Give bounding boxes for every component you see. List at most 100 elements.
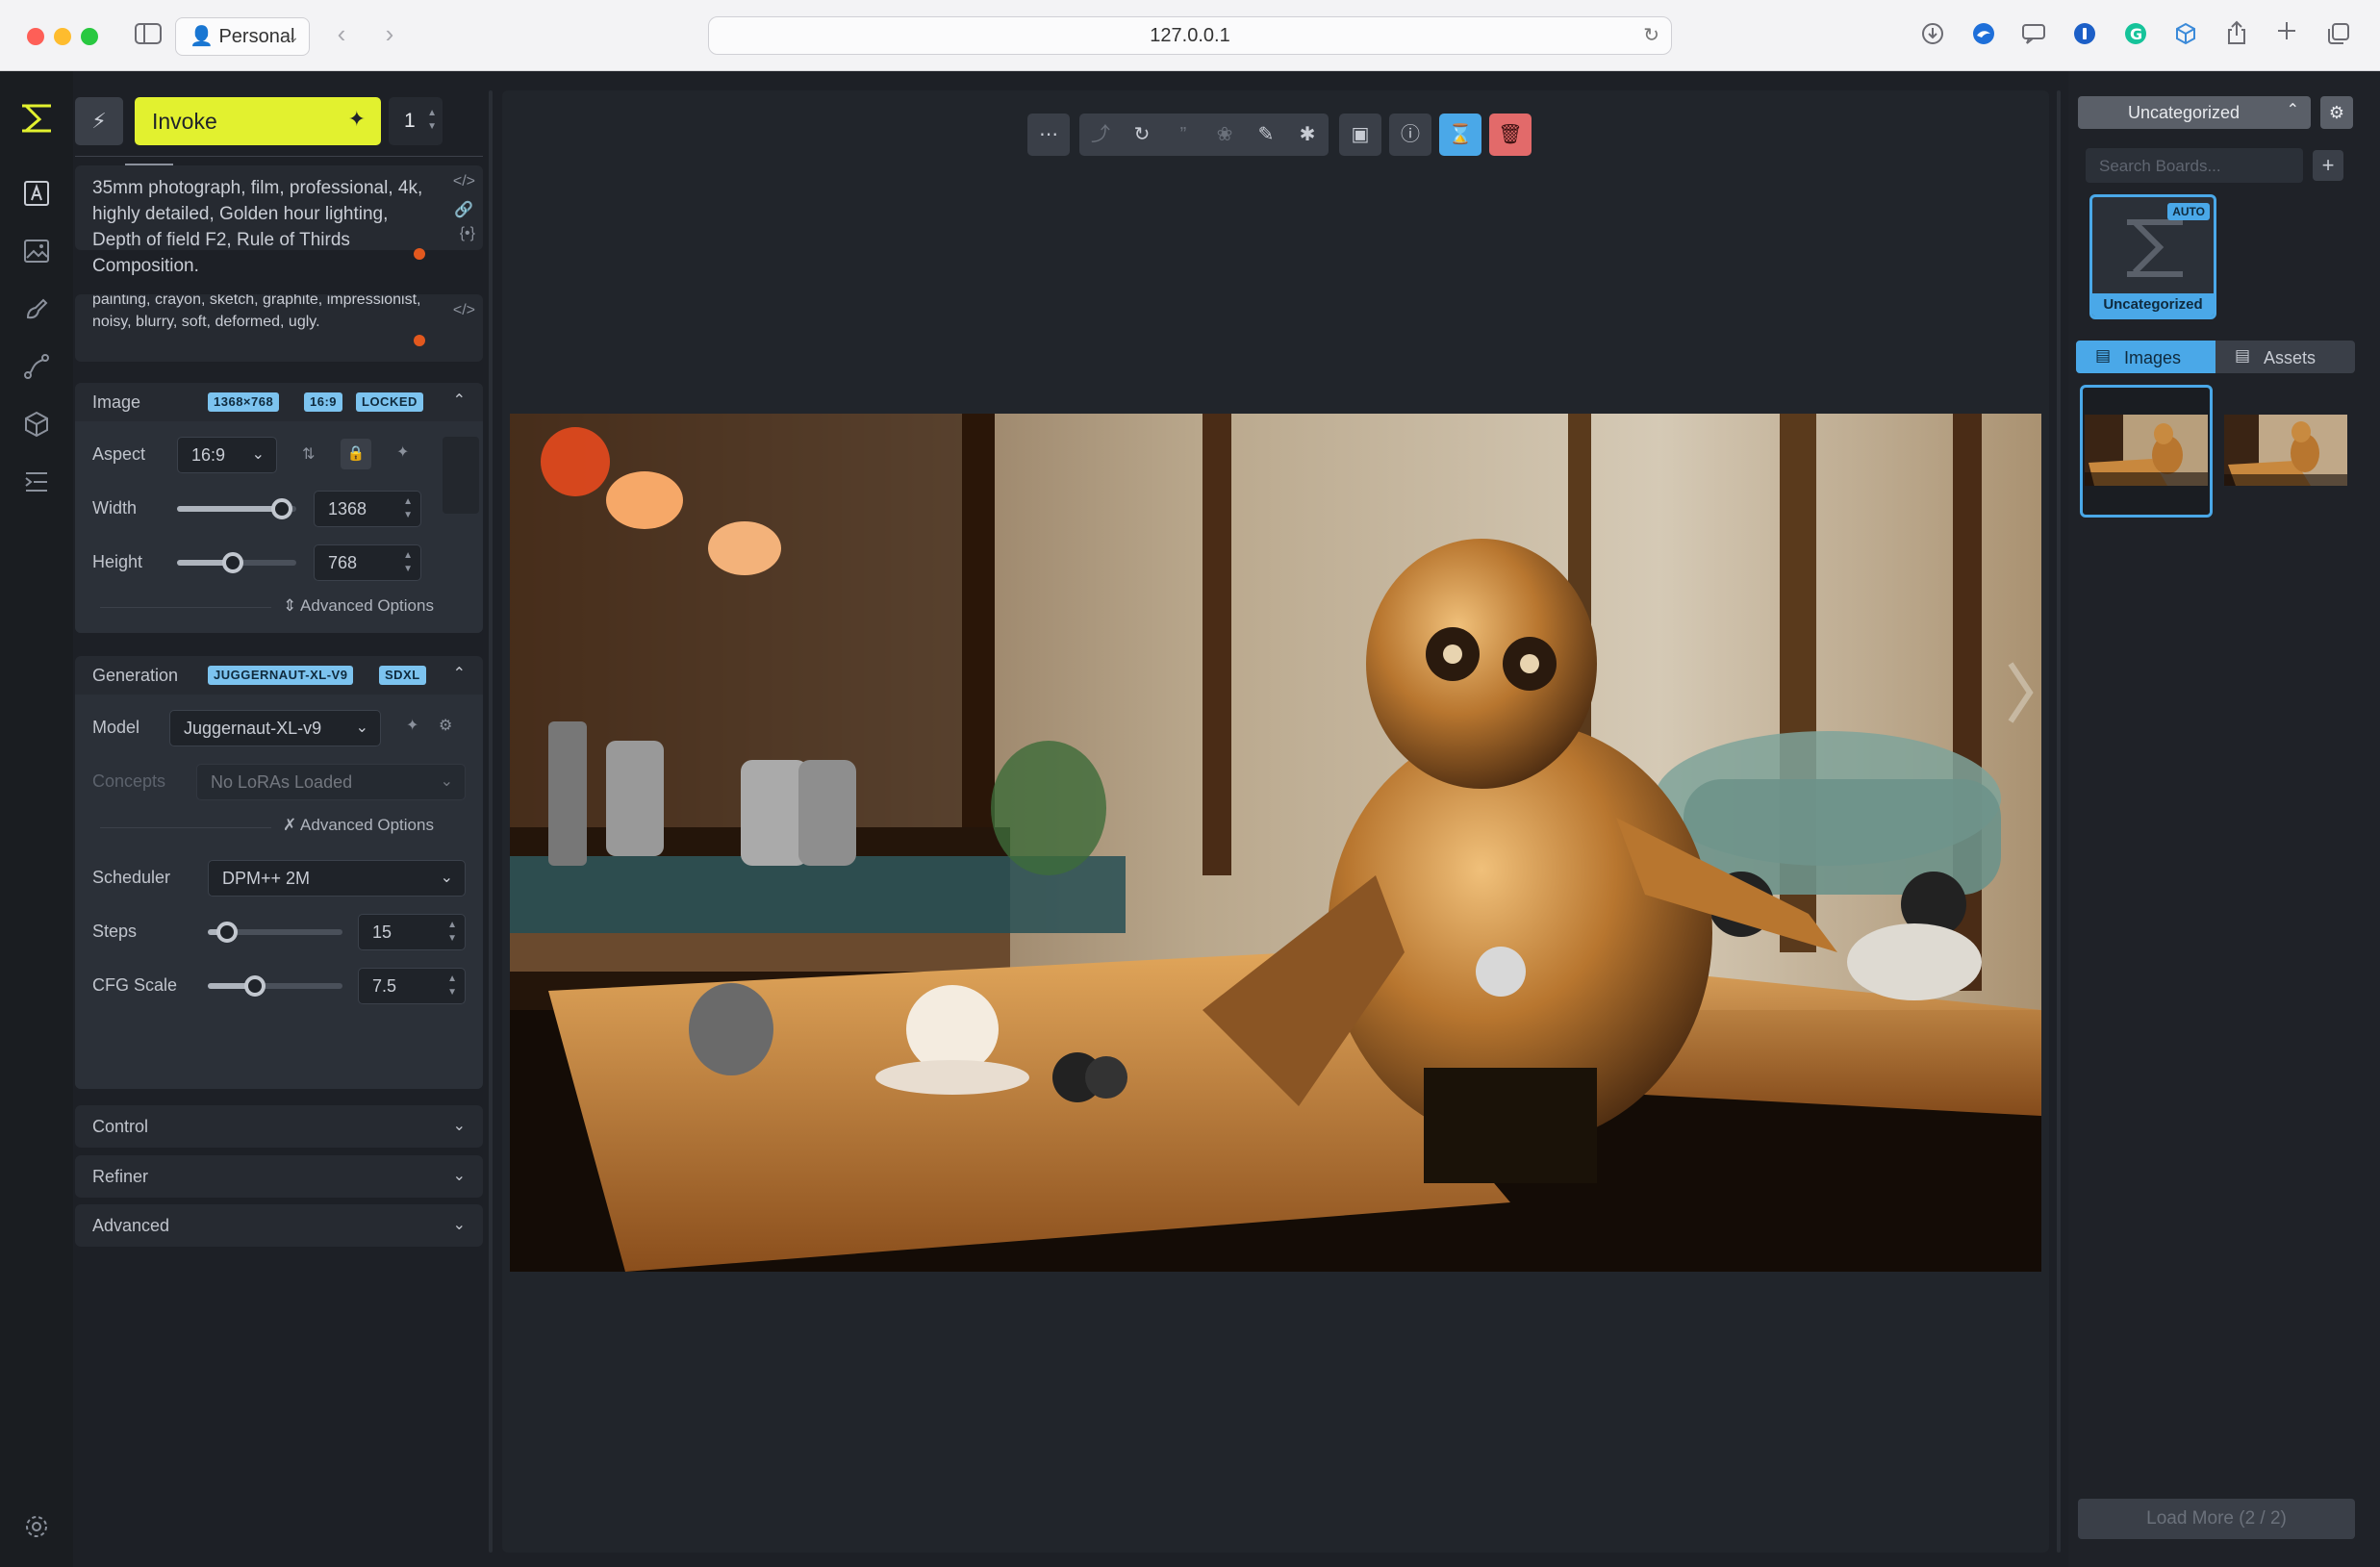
model-settings-icon[interactable]: ⚙ bbox=[439, 716, 452, 735]
stepper-arrows-icon[interactable]: ▲ ▼ bbox=[447, 919, 457, 946]
canvas-tab-icon[interactable] bbox=[17, 294, 56, 333]
chevron-up-icon[interactable]: ⌃ bbox=[453, 391, 466, 410]
asterisk-button[interactable]: ✱ bbox=[1286, 114, 1329, 156]
model-select[interactable]: Juggernaut-XL-v9 ⌄ bbox=[169, 710, 381, 746]
chevron-down-icon: ⌄ bbox=[452, 1217, 466, 1233]
downloads-icon[interactable] bbox=[1918, 21, 1947, 52]
chevron-down-icon: ⌄ bbox=[251, 446, 265, 463]
left-panel-resize-handle[interactable] bbox=[489, 90, 493, 1553]
optimal-size-sparkle-icon[interactable]: ✦ bbox=[396, 442, 409, 462]
extension-cube-icon[interactable] bbox=[2171, 21, 2200, 52]
stepper-arrows-icon[interactable]: ▲ ▼ bbox=[447, 973, 457, 999]
model-sparkle-icon[interactable]: ✦ bbox=[406, 716, 418, 735]
scheduler-label: Scheduler bbox=[92, 868, 171, 887]
invoke-logo-icon[interactable] bbox=[17, 100, 56, 139]
control-section[interactable]: Control ⌄ bbox=[75, 1105, 483, 1148]
steps-slider-thumb[interactable] bbox=[215, 922, 238, 943]
generation-section-header[interactable]: Generation JUGGERNAUT-XL-V9 SDXL ⌃ bbox=[75, 656, 483, 695]
negative-prompt-box[interactable]: painting, crayon, sketch, graphite, impr… bbox=[75, 294, 483, 362]
right-panel-resize-handle[interactable] bbox=[2057, 90, 2061, 1553]
image-section-header[interactable]: Image 1368×768 16:9 LOCKED ⌃ bbox=[75, 383, 483, 421]
resize-handle[interactable] bbox=[125, 164, 173, 165]
generation-advanced-options-toggle[interactable]: ✗ Advanced Options bbox=[283, 816, 434, 835]
tab-overview-icon[interactable] bbox=[2324, 21, 2353, 52]
refiner-section[interactable]: Refiner ⌄ bbox=[75, 1155, 483, 1198]
aspect-select[interactable]: 16:9 ⌄ bbox=[177, 437, 277, 473]
recall-button[interactable]: ↻ bbox=[1121, 114, 1163, 156]
grammarly-icon[interactable]: G bbox=[2121, 21, 2150, 52]
extension-chat-icon[interactable] bbox=[2019, 21, 2048, 52]
workflows-tab-icon[interactable] bbox=[17, 352, 56, 391]
lock-aspect-button[interactable]: 🔒 bbox=[341, 439, 371, 469]
gallery-thumbnail[interactable] bbox=[2222, 385, 2355, 518]
width-slider[interactable] bbox=[177, 498, 296, 519]
address-bar[interactable]: 127.0.0.1 ↻ bbox=[708, 16, 1672, 55]
load-more-button[interactable]: Load More (2 / 2) bbox=[2078, 1499, 2355, 1539]
model-value: Juggernaut-XL-v9 bbox=[184, 719, 322, 738]
profile-selector[interactable]: 👤 Personal ⌄ bbox=[175, 17, 310, 56]
cfg-input[interactable]: 7.5 ▲ ▼ bbox=[358, 968, 466, 1004]
stepper-arrows-icon[interactable]: ▲ ▼ bbox=[403, 549, 413, 576]
steps-input[interactable]: 15 ▲ ▼ bbox=[358, 914, 466, 950]
queue-tab-icon[interactable] bbox=[17, 468, 56, 506]
iterations-stepper[interactable]: 1 ▲ ▼ bbox=[389, 97, 443, 145]
height-input[interactable]: 768 ▲ ▼ bbox=[314, 544, 421, 581]
board-settings-button[interactable]: ⚙ bbox=[2320, 96, 2353, 129]
steps-slider[interactable] bbox=[208, 922, 342, 943]
more-options-button[interactable]: ⋯ bbox=[1027, 114, 1070, 156]
height-slider[interactable] bbox=[177, 552, 296, 573]
use-prompt-button[interactable]: ” bbox=[1162, 114, 1204, 156]
swap-dimensions-icon[interactable]: ⇅ bbox=[302, 444, 315, 464]
embedding-icon[interactable]: {•} bbox=[460, 225, 475, 242]
stepper-arrows-icon[interactable]: ▲ ▼ bbox=[403, 495, 413, 522]
image-to-image-tab-icon[interactable] bbox=[17, 237, 56, 275]
invoke-button[interactable]: Invoke ✦ bbox=[135, 97, 381, 145]
text-to-image-tab-icon[interactable] bbox=[17, 179, 56, 217]
add-board-button[interactable]: + bbox=[2313, 150, 2343, 181]
stepper-arrows-icon[interactable]: ▲ ▼ bbox=[427, 107, 437, 134]
concepts-select[interactable]: No LoRAs Loaded ⌄ bbox=[196, 764, 466, 800]
code-brackets-icon[interactable]: </> bbox=[453, 302, 475, 319]
positive-prompt-box[interactable]: 35mm photograph, film, professional, 4k,… bbox=[75, 164, 483, 276]
advanced-section[interactable]: Advanced ⌄ bbox=[75, 1204, 483, 1247]
new-tab-icon[interactable] bbox=[2272, 19, 2301, 48]
cfg-slider-thumb[interactable] bbox=[244, 975, 266, 997]
width-input[interactable]: 1368 ▲ ▼ bbox=[314, 491, 421, 527]
width-slider-thumb[interactable] bbox=[271, 498, 293, 519]
cfg-slider[interactable] bbox=[208, 975, 342, 997]
reload-icon[interactable]: ↻ bbox=[1643, 17, 1659, 54]
close-window-button[interactable] bbox=[27, 28, 44, 45]
use-seed-button[interactable]: ❀ bbox=[1203, 114, 1246, 156]
tab-assets[interactable]: ▤ Assets bbox=[2215, 341, 2355, 373]
positive-prompt-text[interactable]: 35mm photograph, film, professional, 4k,… bbox=[92, 175, 439, 279]
share-icon[interactable] bbox=[2222, 19, 2251, 52]
forward-icon[interactable]: › bbox=[377, 19, 402, 48]
scheduler-select[interactable]: DPM++ 2M ⌄ bbox=[208, 860, 466, 897]
zoom-window-button[interactable] bbox=[81, 28, 98, 45]
use-all-button[interactable]: ⤴ bbox=[1079, 114, 1122, 156]
settings-gear-icon[interactable] bbox=[17, 1512, 56, 1551]
progress-toggle-button[interactable]: ⌛ bbox=[1439, 114, 1481, 156]
gallery-thumbnail[interactable] bbox=[2080, 385, 2213, 518]
back-icon[interactable]: ‹ bbox=[329, 19, 354, 48]
negative-prompt-text[interactable]: painting, crayon, sketch, graphite, impr… bbox=[92, 294, 429, 333]
password-manager-icon[interactable] bbox=[2070, 21, 2099, 52]
board-select[interactable]: Uncategorized ⌃ bbox=[2078, 96, 2311, 129]
code-brackets-icon[interactable]: </> bbox=[453, 173, 475, 190]
minimize-window-button[interactable] bbox=[54, 28, 71, 45]
board-card-uncategorized[interactable]: AUTO Uncategorized bbox=[2089, 194, 2216, 319]
board-search-input[interactable]: Search Boards... bbox=[2086, 148, 2303, 183]
delete-button[interactable]: 🗑 bbox=[1489, 114, 1532, 156]
upscale-button[interactable]: ▣ bbox=[1339, 114, 1381, 156]
models-tab-icon[interactable] bbox=[17, 410, 56, 448]
tab-images[interactable]: ▤ Images bbox=[2076, 341, 2215, 373]
chevron-up-icon[interactable]: ⌃ bbox=[453, 664, 466, 683]
link-icon[interactable]: 🔗 bbox=[454, 200, 473, 219]
extension-bird-icon[interactable] bbox=[1969, 21, 1998, 52]
invoke-flash-button[interactable]: ⚡ bbox=[75, 97, 123, 145]
board-search-placeholder: Search Boards... bbox=[2099, 157, 2221, 175]
use-size-button[interactable]: ✎ bbox=[1245, 114, 1287, 156]
sidebar-toggle-icon[interactable] bbox=[133, 21, 164, 52]
info-button[interactable]: ⓘ bbox=[1389, 114, 1431, 156]
image-advanced-options-toggle[interactable]: ⇕ Advanced Options bbox=[283, 596, 434, 616]
